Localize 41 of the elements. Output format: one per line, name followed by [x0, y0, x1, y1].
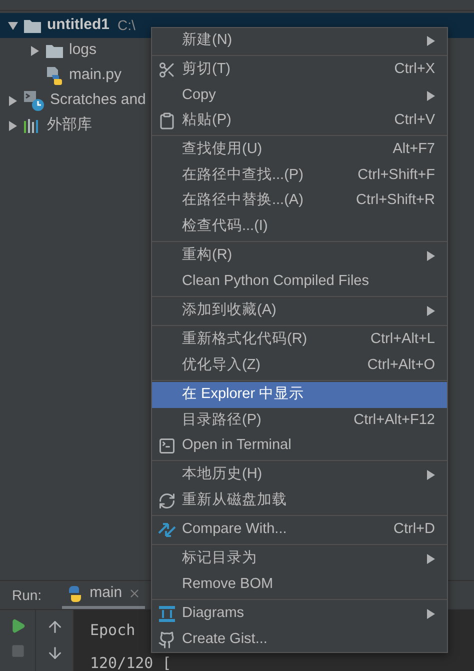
tree-label: untitled1	[47, 15, 110, 36]
console-line: Epoch	[90, 622, 136, 638]
shortcut-label: Ctrl+X	[394, 60, 435, 80]
menu-item-label: 目录路径(P)	[182, 410, 262, 430]
menu-item-label: 添加到收藏(A)	[182, 301, 276, 320]
shortcut-label: Ctrl+Alt+F12	[354, 410, 435, 430]
menu-item-label: 重新从磁盘加载	[182, 490, 287, 510]
tree-label: logs	[69, 40, 97, 60]
shortcut-label: Ctrl+D	[394, 520, 435, 540]
menu-item-label: 粘贴(P)	[182, 111, 232, 130]
tree-path: C:\	[118, 16, 136, 35]
menu-item-label: 查找使用(U)	[182, 140, 262, 160]
menu-item-label: Remove BOM	[182, 574, 274, 594]
menu-item-label: Create Gist...	[182, 630, 268, 649]
menu-item-label: 在路径中替换...(A)	[182, 191, 304, 210]
menu-item-label: 在 Explorer 中显示	[182, 385, 304, 404]
menu-item-label: 剪切(T)	[182, 60, 231, 80]
menu-item-label: Clean Python Compiled Files	[182, 272, 369, 291]
menu-item-label: 优化导入(Z)	[182, 356, 261, 375]
tree-label: Scratches and	[50, 90, 146, 110]
shortcut-label: Alt+F7	[392, 140, 435, 160]
menu-item-label: 重构(R)	[182, 246, 232, 266]
shortcut-label: Ctrl+Shift+F	[358, 166, 435, 185]
menu-item-label: 重新格式化代码(R)	[182, 330, 308, 350]
menu-item-label: Copy	[182, 86, 216, 105]
tree-label: 外部库	[47, 115, 92, 136]
shortcut-label: Ctrl+Shift+R	[356, 191, 435, 210]
menu-item-label: 在路径中查找...(P)	[182, 166, 304, 185]
tree-label: main.py	[69, 65, 122, 86]
shortcut-label: Ctrl+Alt+O	[367, 356, 435, 375]
shortcut-label: Ctrl+V	[394, 111, 435, 130]
console-line: 120/120 [	[90, 655, 172, 671]
menu-item-label: Compare With...	[182, 520, 287, 540]
menu-item-label: Diagrams	[182, 604, 244, 624]
run-tab-label: main	[90, 583, 122, 604]
menu-item-label: 检查代码...(I)	[182, 216, 268, 236]
menu-item-label: 本地历史(H)	[182, 465, 262, 484]
run-label: Run:	[12, 586, 42, 604]
menu-item-label: Open in Terminal	[182, 436, 292, 456]
shortcut-label: Ctrl+Alt+L	[370, 330, 435, 350]
menu-item-label: 标记目录为	[182, 549, 257, 568]
